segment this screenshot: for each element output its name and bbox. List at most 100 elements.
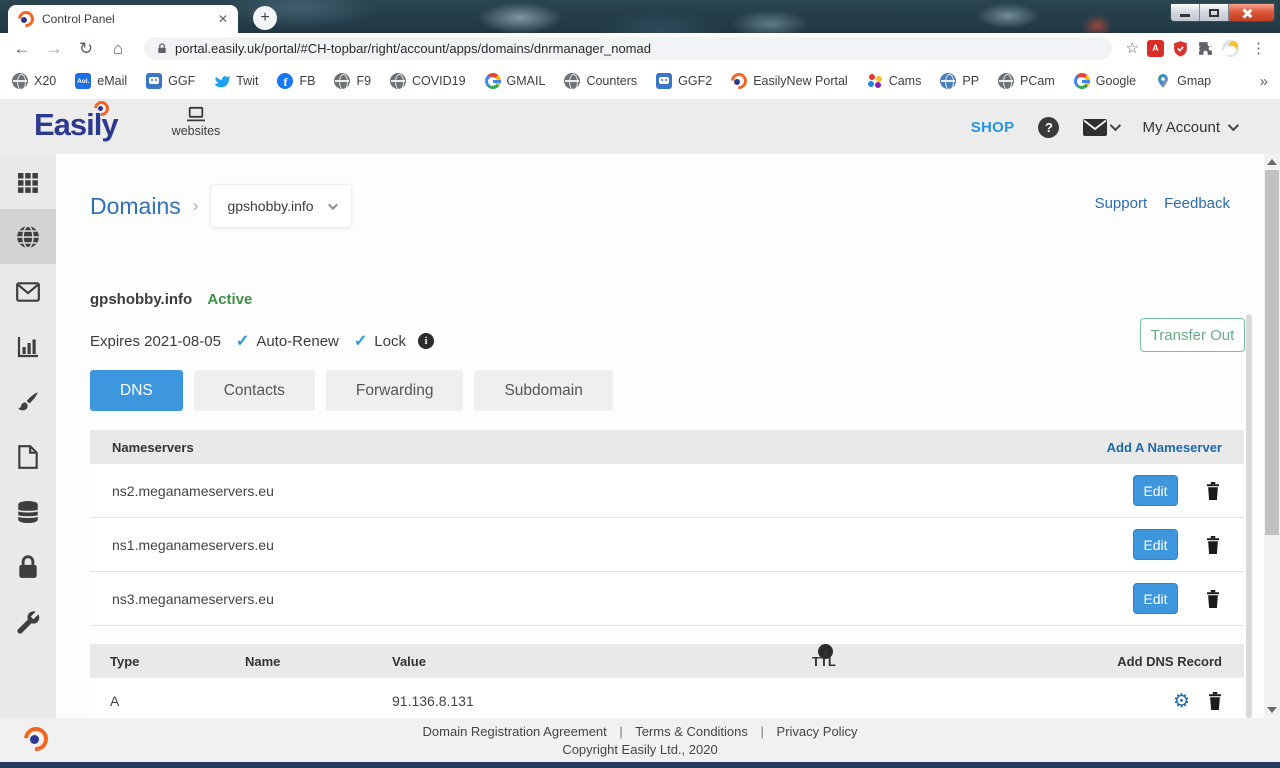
browser-scrollbar[interactable]	[1264, 154, 1280, 718]
bookmarks-overflow-icon[interactable]: »	[1260, 73, 1268, 90]
domain-manager-main: Domains › gpshobby.info Support Feedback…	[56, 154, 1280, 762]
copyright-text: Copyright Easily Ltd., 2020	[562, 742, 718, 757]
my-account-menu[interactable]: My Account	[1142, 119, 1240, 136]
sidebar-item-design[interactable]	[0, 374, 56, 429]
bookmark-cams[interactable]: Cams	[866, 73, 921, 89]
sidebar-item-statistics[interactable]	[0, 319, 56, 374]
chevron-down-icon	[1227, 119, 1240, 132]
bookmark-counters[interactable]: Counters	[564, 73, 637, 90]
back-icon[interactable]: ←	[10, 40, 34, 57]
sidebar-item-apps[interactable]	[0, 154, 56, 209]
bookmark-google[interactable]: Google	[1073, 73, 1136, 89]
edit-button[interactable]: Edit	[1133, 529, 1178, 560]
scroll-up-icon[interactable]	[1267, 159, 1277, 165]
extensions-puzzle-icon[interactable]	[1197, 40, 1214, 57]
add-nameserver-link[interactable]: Add A Nameserver	[1107, 440, 1222, 455]
browser-menu-icon[interactable]: ⋮	[1247, 39, 1270, 57]
dns-records-panel: Type Name Value TTL i Add DNS Record A 91…	[90, 644, 1244, 724]
support-link[interactable]: Support	[1095, 195, 1148, 212]
auto-renew-check-icon[interactable]: ✓	[236, 331, 249, 351]
add-dns-record-link[interactable]: Add DNS Record	[1117, 644, 1222, 678]
bookmark-easilynew-portal[interactable]: EasilyNew Portal	[731, 73, 848, 89]
content-scrollbar[interactable]	[1246, 314, 1252, 718]
minimize-button[interactable]	[1171, 4, 1200, 21]
tab-close-icon[interactable]: ✕	[218, 12, 228, 26]
trash-icon[interactable]	[1204, 589, 1222, 609]
lock-check-icon[interactable]: ✓	[354, 331, 367, 351]
bookmark-covid19[interactable]: COVID19	[390, 73, 466, 90]
app-sidebar	[0, 154, 56, 762]
bookmark-ggf[interactable]: GGF	[146, 73, 195, 89]
forum-favicon-icon	[146, 73, 163, 89]
nav-websites[interactable]: websites	[168, 106, 224, 138]
reload-icon[interactable]: ↻	[74, 40, 98, 57]
nameservers-panel: Nameservers Add A Nameserver ns2.meganam…	[90, 430, 1244, 626]
weather-extension-icon[interactable]	[1222, 39, 1239, 57]
sidebar-item-domains[interactable]	[0, 209, 56, 264]
bookmarks-bar: X20 Aol. eMail GGF Twit f FB F9 COVID19 GM…	[0, 63, 1280, 100]
new-tab-button[interactable]: +	[253, 6, 277, 30]
scroll-down-icon[interactable]	[1267, 707, 1277, 713]
bookmark-pp[interactable]: PP	[940, 73, 979, 90]
sidebar-item-pages[interactable]	[0, 429, 56, 484]
bookmark-f9[interactable]: F9	[334, 73, 371, 90]
browser-tab[interactable]: Control Panel ✕	[8, 5, 238, 33]
google-favicon-icon	[1073, 73, 1090, 89]
sidebar-item-email[interactable]	[0, 264, 56, 319]
lock-info-icon[interactable]: i	[417, 333, 434, 349]
bookmark-ggf2[interactable]: GGF2	[656, 73, 712, 89]
shop-link[interactable]: SHOP	[971, 119, 1015, 136]
forward-icon[interactable]: →	[42, 40, 66, 57]
sidebar-item-security[interactable]	[0, 539, 56, 594]
trash-icon[interactable]	[1204, 535, 1222, 555]
home-icon[interactable]: ⌂	[106, 40, 130, 57]
domain-registration-agreement-link[interactable]: Domain Registration Agreement	[423, 724, 607, 739]
adobe-extension-icon[interactable]: A	[1147, 39, 1164, 57]
bookmark-fb[interactable]: f FB	[277, 73, 315, 89]
bookmark-gmap[interactable]: Gmap	[1155, 73, 1211, 89]
facebook-favicon-icon: f	[277, 73, 294, 89]
address-bar[interactable]: portal.easily.uk/portal/#CH-topbar/right…	[144, 36, 1112, 60]
ttl-info-icon[interactable]: i	[818, 644, 833, 659]
privacy-policy-link[interactable]: Privacy Policy	[777, 724, 858, 739]
domain-name: gpshobby.info	[90, 291, 193, 308]
maps-pin-favicon-icon	[1155, 73, 1171, 89]
bookmark-gmail[interactable]: GMAIL	[484, 73, 545, 89]
transfer-out-button[interactable]: Transfer Out	[1140, 318, 1245, 352]
tab-contacts[interactable]: Contacts	[193, 370, 315, 411]
browser-window: Control Panel ✕ + ← → ↻ ⌂ portal.easily.…	[0, 0, 1280, 768]
terms-conditions-link[interactable]: Terms & Conditions	[635, 724, 748, 739]
bookmark-star-icon[interactable]: ☆	[1126, 39, 1139, 57]
edit-button[interactable]: Edit	[1133, 475, 1178, 506]
help-icon[interactable]: ?	[1038, 116, 1060, 138]
sidebar-item-tools[interactable]	[0, 594, 56, 649]
tab-dns[interactable]: DNS	[90, 370, 183, 411]
bookmark-x20[interactable]: X20	[12, 73, 56, 90]
tab-forwarding[interactable]: Forwarding	[325, 370, 464, 411]
close-button[interactable]	[1229, 4, 1274, 21]
column-value: Value	[392, 653, 426, 669]
feedback-link[interactable]: Feedback	[1164, 195, 1230, 212]
gear-icon[interactable]: ⚙	[1173, 692, 1190, 711]
tab-subdomain[interactable]: Subdomain	[474, 370, 613, 411]
trash-icon[interactable]	[1204, 481, 1222, 501]
domain-selector-dropdown[interactable]: gpshobby.info	[210, 184, 352, 228]
bookmark-twit[interactable]: Twit	[214, 73, 258, 89]
messages-menu[interactable]	[1083, 118, 1122, 136]
padlock-icon	[158, 42, 166, 53]
easily-favicon-icon	[18, 11, 34, 27]
maximize-button[interactable]	[1200, 4, 1229, 21]
breadcrumb-domains-link[interactable]: Domains	[90, 193, 181, 220]
bookmark-email[interactable]: Aol. eMail	[75, 73, 127, 89]
edit-button[interactable]: Edit	[1133, 583, 1178, 614]
trash-icon[interactable]	[1206, 691, 1224, 711]
chevron-down-icon	[1110, 119, 1122, 132]
url-text: portal.easily.uk/portal/#CH-topbar/right…	[175, 40, 651, 56]
forum-favicon-icon	[656, 73, 673, 89]
sidebar-item-databases[interactable]	[0, 484, 56, 539]
scrollbar-thumb[interactable]	[1265, 170, 1279, 535]
shield-extension-icon[interactable]	[1172, 40, 1189, 57]
laptop-icon	[187, 106, 205, 122]
easily-logo[interactable]: Easily	[34, 106, 119, 143]
bookmark-pcam[interactable]: PCam	[998, 73, 1055, 90]
